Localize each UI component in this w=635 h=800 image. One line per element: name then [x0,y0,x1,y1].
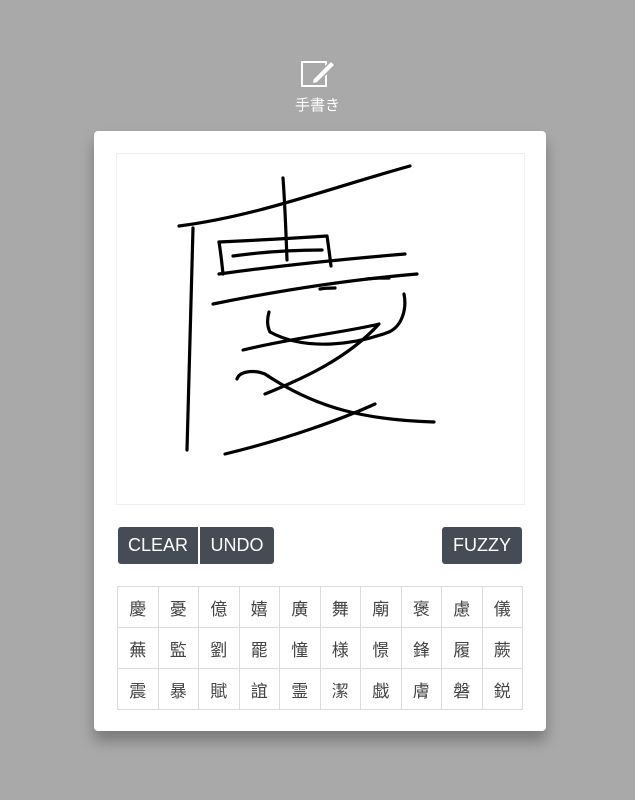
candidate-cell[interactable]: 億 [199,587,240,628]
candidate-cell[interactable]: 霊 [280,669,321,710]
candidate-cell[interactable]: 履 [442,628,483,669]
candidate-grid: 慶 憂 億 嬉 廣 舞 廟 褒 慮 儀 蕪 監 劉 罷 憧 様 憬 鋒 履 蕨 … [117,586,523,710]
ink-strokes [177,164,436,456]
candidate-cell[interactable]: 廣 [280,587,321,628]
candidate-cell[interactable]: 慮 [442,587,483,628]
candidate-cell[interactable]: 劉 [199,628,240,669]
handwriting-panel: CLEAR UNDO FUZZY 慶 憂 億 嬉 廣 舞 廟 褒 慮 儀 蕪 監… [94,131,546,731]
undo-button[interactable]: UNDO [200,527,274,564]
clear-button[interactable]: CLEAR [118,527,198,564]
candidate-cell[interactable]: 憬 [361,628,402,669]
candidate-cell[interactable]: 鋒 [401,628,442,669]
candidate-cell[interactable]: 罷 [239,628,280,669]
candidate-cell[interactable]: 様 [320,628,361,669]
candidate-cell[interactable]: 憧 [280,628,321,669]
input-mode-header: 手書き [0,58,635,115]
candidate-cell[interactable]: 磐 [442,669,483,710]
candidate-cell[interactable]: 震 [118,669,159,710]
candidate-cell[interactable]: 暴 [158,669,199,710]
candidate-cell[interactable]: 舞 [320,587,361,628]
candidate-cell[interactable]: 膚 [401,669,442,710]
candidate-cell[interactable]: 賦 [199,669,240,710]
handwriting-canvas[interactable] [116,153,525,505]
handwriting-pen-icon [300,59,336,87]
candidate-cell[interactable]: 誼 [239,669,280,710]
candidate-cell[interactable]: 鋭 [482,669,523,710]
candidate-cell[interactable]: 監 [158,628,199,669]
input-mode-label: 手書き [294,96,340,114]
candidate-cell[interactable]: 蕪 [118,628,159,669]
candidate-cell[interactable]: 憂 [158,587,199,628]
candidate-cell[interactable]: 慶 [118,587,159,628]
candidate-cell[interactable]: 戯 [361,669,402,710]
fuzzy-button[interactable]: FUZZY [442,527,522,564]
candidate-cell[interactable]: 潔 [320,669,361,710]
candidate-cell[interactable]: 廟 [361,587,402,628]
candidate-cell[interactable]: 嬉 [239,587,280,628]
candidate-cell[interactable]: 儀 [482,587,523,628]
candidate-cell[interactable]: 褒 [401,587,442,628]
candidate-cell[interactable]: 蕨 [482,628,523,669]
